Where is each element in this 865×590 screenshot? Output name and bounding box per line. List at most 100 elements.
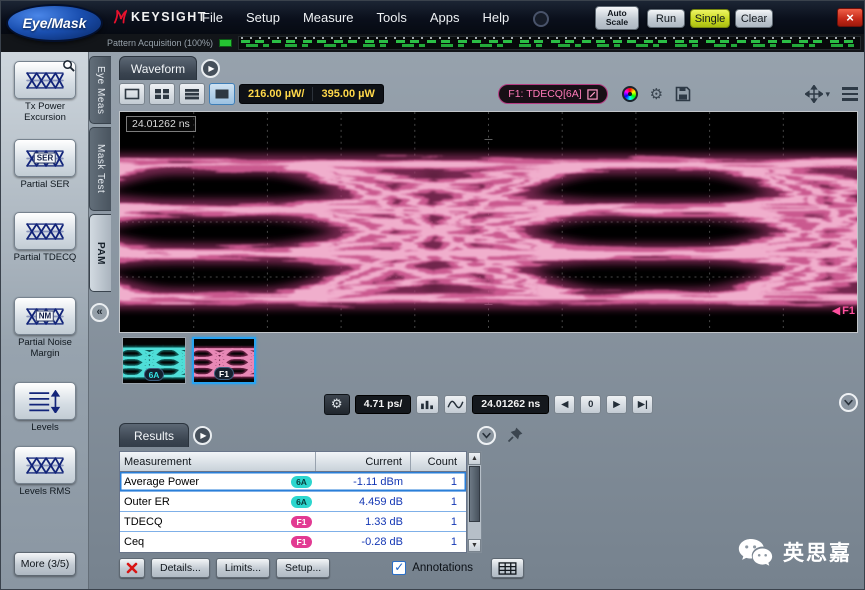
tab-pam[interactable]: PAM	[89, 214, 111, 292]
color-wheel-icon[interactable]	[622, 86, 638, 102]
menu-measure[interactable]: Measure	[303, 10, 354, 25]
timebase-controls: ⚙ 4.71 ps/ 24.01262 ns ◀ 0 ▶ ▶|	[119, 392, 858, 416]
waveform-play-icon[interactable]: ▶	[201, 59, 220, 78]
tab-mask-test[interactable]: Mask Test	[89, 127, 111, 211]
nav-next-button[interactable]: ▶	[606, 395, 627, 414]
sidebar-item-levels-rms[interactable]: Levels RMS	[1, 446, 89, 498]
results-scrollbar[interactable]: ▲ ▼	[467, 451, 482, 553]
auto-scale-button[interactable]: Auto Scale	[595, 6, 639, 30]
measurement-name: Outer ER	[124, 496, 170, 508]
sidebar-item-tx-power-excursion[interactable]: Tx Power Excursion	[1, 61, 89, 124]
result-row-ceq[interactable]: Ceq F1 -0.28 dB 1	[120, 532, 466, 552]
layout-current-button[interactable]	[209, 83, 235, 105]
annotations-label: Annotations	[412, 562, 473, 574]
scroll-up-button[interactable]: ▲	[468, 452, 481, 465]
tab-results[interactable]: Results	[119, 423, 189, 447]
result-row-average-power[interactable]: Average Power 6A -1.11 dBm 1	[120, 472, 466, 492]
close-button[interactable]: ×	[837, 8, 863, 27]
eye-diagram-icon	[26, 455, 64, 476]
trace-thumbnails: 6A F1	[122, 337, 256, 384]
layout-grid-button[interactable]	[149, 83, 175, 105]
single-button[interactable]: Single	[690, 9, 730, 28]
timebase-settings-button[interactable]: ⚙	[324, 394, 350, 415]
eye-diagram-plot[interactable]	[120, 112, 857, 332]
source-badge: F1	[291, 536, 312, 548]
app-mode-button[interactable]: Eye/Mask	[6, 4, 103, 42]
source-label: F1: TDECQ[6A]	[508, 88, 581, 100]
run-button[interactable]: Run	[647, 9, 685, 28]
collapse-sidebar-button[interactable]: «	[90, 303, 109, 322]
vertical-scale-readout[interactable]: 216.00 µW/ 395.00 µW	[239, 84, 384, 104]
sidebar-item-partial-noise-margin[interactable]: NM Partial Noise Margin	[1, 297, 89, 360]
panel-menu-icon[interactable]	[842, 87, 858, 101]
sidebar-item-partial-tdecq[interactable]: Partial TDECQ	[1, 212, 89, 264]
levels-button[interactable]	[14, 382, 76, 420]
results-play-icon[interactable]: ▶	[193, 426, 212, 445]
menu-apps[interactable]: Apps	[430, 10, 460, 25]
menu-file[interactable]: File	[202, 10, 223, 25]
layout-single-button[interactable]	[119, 83, 145, 105]
wechat-icon	[737, 537, 774, 567]
timebase-position-readout[interactable]: 24.01262 ns	[472, 395, 549, 414]
clear-results-button[interactable]	[119, 558, 145, 578]
histogram-mode-button[interactable]	[416, 395, 439, 414]
status-icon[interactable]	[533, 11, 549, 27]
collapse-waveform-panel-button[interactable]	[839, 393, 858, 412]
partial-noise-margin-button[interactable]: NM	[14, 297, 76, 335]
partial-tdecq-button[interactable]	[14, 212, 76, 250]
pin-icon[interactable]	[507, 427, 523, 443]
sidebar-item-label: Levels RMS	[3, 487, 87, 498]
auto-scale-label-2: Scale	[606, 18, 628, 27]
tab-eye-meas[interactable]: Eye Meas	[89, 56, 111, 124]
f1-trace-marker[interactable]: ◀ F1	[832, 304, 855, 317]
save-icon[interactable]	[675, 86, 691, 102]
sidebar-item-levels[interactable]: Levels	[1, 382, 89, 434]
partial-ser-button[interactable]: SER	[14, 139, 76, 177]
nav-prev-button[interactable]: ◀	[554, 395, 575, 414]
timebase-scale-readout[interactable]: 4.71 ps/	[355, 395, 412, 414]
menu-setup[interactable]: Setup	[246, 10, 280, 25]
more-measurements-button[interactable]: More (3/5)	[14, 552, 76, 576]
result-row-outer-er[interactable]: Outer ER 6A 4.459 dB 1	[120, 492, 466, 512]
collapse-results-panel-button[interactable]	[477, 426, 496, 445]
pan-zoom-control[interactable]: ▾	[805, 85, 830, 103]
magnifier-icon	[62, 59, 75, 72]
clear-button[interactable]: Clear	[735, 9, 773, 28]
result-row-tdecq[interactable]: TDECQ F1 1.33 dB 1	[120, 512, 466, 532]
measurement-current-value: 4.459 dB	[316, 492, 411, 511]
annotations-checkbox[interactable]: ✓	[392, 561, 406, 575]
layout-rows-button[interactable]	[179, 83, 205, 105]
source-select-button[interactable]: F1: TDECQ[6A]	[498, 84, 607, 104]
settings-gear-icon[interactable]: ⚙	[650, 87, 663, 102]
rows-pane-icon	[184, 88, 200, 100]
column-current: Current	[316, 452, 411, 471]
measurement-name: Ceq	[124, 536, 144, 548]
setup-button[interactable]: Setup...	[276, 558, 330, 578]
measurement-current-value: -0.28 dB	[316, 532, 411, 552]
scroll-thumb[interactable]	[469, 466, 480, 522]
menu-tools[interactable]: Tools	[377, 10, 407, 25]
nav-end-button[interactable]: ▶|	[632, 395, 653, 414]
tab-pam-label: PAM	[95, 242, 106, 265]
dropdown-arrow-icon[interactable]: ▾	[825, 89, 830, 100]
offset-value[interactable]: 395.00 µW	[313, 88, 382, 100]
thumbnail-f1[interactable]: F1	[192, 337, 256, 384]
sidebar-item-partial-ser[interactable]: SER Partial SER	[1, 139, 89, 191]
limits-button[interactable]: Limits...	[216, 558, 270, 578]
chevron-down-icon	[841, 395, 856, 410]
levels-rms-button[interactable]	[14, 446, 76, 484]
waveform-mode-button[interactable]	[444, 395, 467, 414]
measurement-count: 1	[411, 532, 465, 552]
move-cross-icon[interactable]	[805, 85, 823, 103]
nav-zero-button[interactable]: 0	[580, 395, 601, 414]
column-count: Count	[411, 452, 465, 471]
full-pane-icon	[214, 88, 230, 100]
tab-waveform[interactable]: Waveform	[119, 56, 197, 80]
scale-value[interactable]: 216.00 µW/	[240, 88, 312, 100]
menu-help[interactable]: Help	[483, 10, 510, 25]
tx-power-excursion-button[interactable]	[14, 61, 76, 99]
scroll-down-button[interactable]: ▼	[468, 539, 481, 552]
table-view-button[interactable]	[491, 558, 524, 578]
thumbnail-6a[interactable]: 6A	[122, 337, 186, 384]
details-button[interactable]: Details...	[151, 558, 210, 578]
